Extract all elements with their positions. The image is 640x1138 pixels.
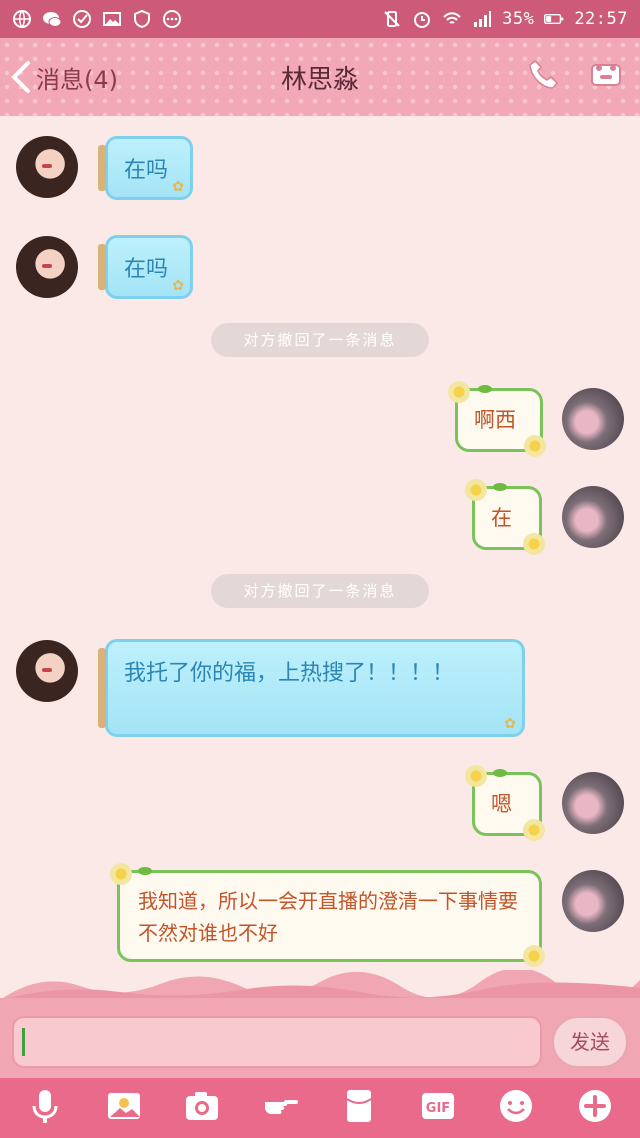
gif-button[interactable]: GIF [419,1087,457,1129]
leaf-icon [493,769,507,777]
flower-icon [465,479,487,501]
plus-icon [578,1090,611,1122]
gif-icon: GIF [421,1093,454,1119]
emoji-button[interactable] [497,1087,535,1129]
message-bubble-received[interactable]: 我托了你的福，上热搜了！！！！ ✿ [98,639,525,737]
flower-icon [448,381,470,403]
microphone-icon [32,1090,58,1123]
composer-bar: 发送 [0,998,640,1078]
shield-icon [132,9,152,29]
message-bubble-sent[interactable]: 在 [465,479,545,555]
message-bubble-received[interactable]: 在吗 ✿ [98,136,193,200]
leaf-icon [493,483,507,491]
camera-icon [186,1092,219,1120]
star-icon: ✿ [172,278,184,294]
profile-button[interactable] [588,57,624,97]
wechat-icon [42,9,62,29]
my-avatar[interactable] [562,486,624,548]
message-list[interactable]: 在吗 ✿ 在吗 ✿ 对方撤回了一条消息 啊西 在 对方撤回了一条消息 我托了你的… [0,116,640,976]
text-cursor [22,1028,25,1056]
flower-icon [523,819,545,841]
red-packet-icon [346,1090,372,1122]
image-icon [107,1093,140,1119]
globe-icon [12,9,32,29]
status-bar: 35% 22:57 [0,0,640,38]
photo-icon [102,9,122,29]
recall-notice: 对方撤回了一条消息 [211,574,429,608]
phone-icon [529,59,559,89]
message-text: 我托了你的福，上热搜了！！！！ [124,661,455,686]
more-icon [162,9,182,29]
profile-card-icon [591,64,621,86]
more-button[interactable] [576,1087,614,1129]
decorative-wave [0,970,640,1000]
my-avatar[interactable] [562,772,624,834]
camera-button[interactable] [183,1087,221,1129]
contact-avatar[interactable] [16,236,78,298]
vibrate-icon [382,9,402,29]
emoji-icon [500,1090,533,1122]
message-bubble-received[interactable]: 在吗 ✿ [98,235,193,299]
flower-icon [524,435,546,457]
battery-icon [544,9,564,29]
input-toolbar: GIF [0,1078,640,1138]
flower-icon [523,945,545,967]
flower-icon [110,863,132,885]
red-packet-button[interactable] [340,1087,378,1129]
chevron-left-icon [11,61,30,93]
my-avatar[interactable] [562,388,624,450]
voice-button[interactable] [26,1087,64,1129]
flower-icon [465,765,487,787]
send-button[interactable]: 发送 [552,1016,628,1068]
message-bubble-sent[interactable]: 嗯 [465,765,545,841]
back-button[interactable]: 消息(4) [8,60,118,95]
signal-icon [472,9,492,29]
message-bubble-sent[interactable]: 啊西 [448,381,546,457]
clock-time: 22:57 [574,9,628,29]
message-bubble-sent[interactable]: 我知道，所以一会开直播的澄清一下事情要不然对谁也不好 [110,863,545,967]
alarm-icon [412,9,432,29]
star-icon: ✿ [172,179,184,195]
check-circle-icon [72,9,92,29]
back-label: 消息(4) [36,65,118,94]
contact-avatar[interactable] [16,136,78,198]
recall-notice: 对方撤回了一条消息 [211,323,429,357]
contact-avatar[interactable] [16,640,78,702]
leaf-icon [478,385,492,393]
wifi-icon [442,9,462,29]
poke-icon [264,1100,298,1114]
flower-icon [523,533,545,555]
message-input[interactable] [12,1016,542,1068]
chat-header: 消息(4) 林思淼 [0,38,640,116]
album-button[interactable] [105,1087,143,1129]
battery-percent: 35% [502,9,535,29]
leaf-icon [138,867,152,875]
poke-button[interactable] [262,1087,300,1129]
message-text: 我知道，所以一会开直播的澄清一下事情要不然对谁也不好 [138,889,518,945]
my-avatar[interactable] [562,870,624,932]
call-button[interactable] [526,57,562,97]
star-icon: ✿ [504,716,516,732]
gif-label: GIF [426,1101,450,1116]
